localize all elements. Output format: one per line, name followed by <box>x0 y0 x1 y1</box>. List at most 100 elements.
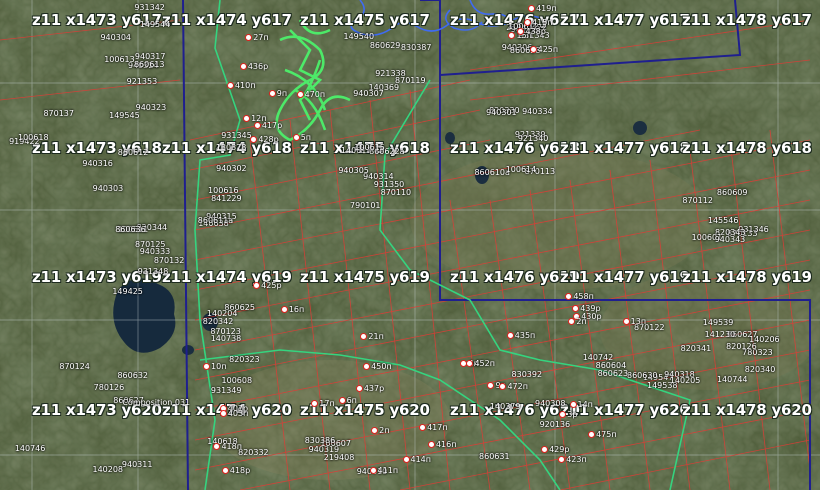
area-label: 920136 <box>539 419 571 429</box>
pin-marker[interactable]: 410п <box>226 81 255 90</box>
pin-marker[interactable]: 436р <box>239 62 268 71</box>
map-viewport[interactable]: z11 x1473 y617 z11 x1474 y617 z11 x1475 y6… <box>0 0 820 490</box>
pin-label: 458п <box>573 292 594 302</box>
area-label: 931348 <box>137 266 169 276</box>
area-label: 940334 <box>522 107 553 117</box>
pin-marker[interactable]: 417р <box>253 120 283 130</box>
pin-marker[interactable]: 414п <box>402 455 431 464</box>
area-label: 940301 <box>486 108 517 118</box>
pin-label: 438р <box>525 26 546 36</box>
pin-icon <box>529 46 537 54</box>
area-label: 149545 <box>109 110 140 120</box>
area-label: 921353 <box>126 76 158 86</box>
pin-icon <box>466 360 474 368</box>
pin-marker[interactable]: 452п <box>466 359 495 368</box>
pin-marker[interactable]: 16п <box>280 305 304 314</box>
pin-marker[interactable]: 472п <box>499 382 528 391</box>
lake <box>633 121 647 135</box>
area-label: 931342 <box>134 3 165 13</box>
pin-marker[interactable]: 403п <box>219 408 249 418</box>
area-label: 149425 <box>112 287 143 297</box>
pin-icon <box>419 424 427 432</box>
pin-label: 450п <box>371 362 392 372</box>
pin-label: 10п <box>211 361 227 371</box>
pin-marker[interactable]: 417п <box>419 423 448 432</box>
pin-marker[interactable]: 10п <box>203 362 226 371</box>
pin-marker[interactable]: 425р <box>253 281 282 290</box>
pin-marker[interactable]: 418п <box>213 442 242 451</box>
area-label: 100613 <box>104 54 135 64</box>
pin-marker[interactable]: 13п <box>622 317 646 326</box>
pin-icon <box>280 306 288 314</box>
area-label: 940316 <box>82 158 113 168</box>
area-label: Composition 031 <box>122 398 191 408</box>
pin-label: 472п <box>507 382 528 391</box>
pin-icon <box>568 317 576 325</box>
area-label: 140205 <box>669 375 701 385</box>
area-label: 141230 <box>704 329 736 339</box>
pin-icon <box>226 81 234 89</box>
pin-label: 417р <box>261 120 283 130</box>
area-label: 841229 <box>211 194 242 204</box>
pin-marker[interactable]: 458п <box>565 292 594 301</box>
pin-marker[interactable]: 21п <box>360 331 384 341</box>
pin-marker[interactable]: 27п <box>245 33 269 42</box>
pin-marker[interactable]: 2п <box>371 426 389 435</box>
area-label: 860613 <box>133 59 165 69</box>
pin-marker[interactable]: 418р <box>221 466 250 475</box>
pin-icon <box>487 381 495 389</box>
pin-label: 14п <box>577 400 593 410</box>
area-label: 870132 <box>153 256 185 266</box>
area-label: 860636 <box>115 225 146 235</box>
pin-marker[interactable]: 419п <box>528 4 557 13</box>
pin-icon <box>311 399 319 407</box>
pin-icon <box>243 115 251 123</box>
pin-marker[interactable]: 425п <box>529 45 558 54</box>
area-label: 931349 <box>210 386 242 396</box>
pin-label: 419п <box>536 4 557 14</box>
area-label: 870110 <box>380 188 412 198</box>
pin-marker[interactable]: 9п <box>268 88 288 98</box>
pin-icon <box>253 281 261 289</box>
pin-marker[interactable]: 435п <box>506 331 536 341</box>
pin-icon <box>572 304 580 312</box>
pin-label: 435п <box>514 331 536 341</box>
pin-label: 21п <box>368 331 384 341</box>
area-label: 870124 <box>59 362 90 372</box>
area-label: 140744 <box>716 374 748 384</box>
pin-marker[interactable]: 6п <box>338 396 357 405</box>
pin-marker[interactable]: 416п <box>427 440 456 449</box>
pin-marker[interactable]: 423п <box>558 455 587 464</box>
pin-marker[interactable]: 415п <box>524 18 553 27</box>
pin-marker[interactable]: 411п <box>369 466 398 475</box>
pin-icon <box>338 396 346 404</box>
pin-marker[interactable]: 5п <box>292 133 311 142</box>
pin-marker[interactable]: 17п <box>311 399 335 408</box>
area-label: 870137 <box>43 109 74 119</box>
pin-marker[interactable]: 450п <box>363 362 392 371</box>
area-label: 820341 <box>680 343 712 353</box>
area-label: 860631 <box>479 451 510 461</box>
pin-icon <box>213 443 221 451</box>
pin-icon <box>559 411 567 419</box>
area-label: 870112 <box>682 196 713 206</box>
pin-marker[interactable]: 438р <box>517 26 546 36</box>
pin-marker[interactable]: 437р <box>355 384 384 393</box>
tile-label: z11 x1477 y618 <box>560 139 690 157</box>
pin-label: 403п <box>227 408 249 418</box>
pin-marker[interactable]: 2п <box>568 317 587 326</box>
area-label: 860610a <box>474 167 510 177</box>
area-label: 940304 <box>100 32 132 42</box>
pin-marker[interactable]: 470п <box>296 90 325 99</box>
pin-marker[interactable]: 14п <box>569 400 593 410</box>
pin-marker[interactable]: 429р <box>541 445 569 454</box>
pin-marker[interactable]: 428р <box>250 135 279 144</box>
area-label: 860612 <box>117 147 149 157</box>
pin-label: 423п <box>566 455 587 465</box>
pin-marker[interactable]: 475п <box>588 430 617 439</box>
pin-marker[interactable]: 3р <box>559 410 577 419</box>
pin-icon <box>371 427 379 435</box>
pin-label: 9п <box>276 88 288 98</box>
area-label: 145546 <box>707 215 739 225</box>
area-label: 130378 <box>215 143 247 153</box>
